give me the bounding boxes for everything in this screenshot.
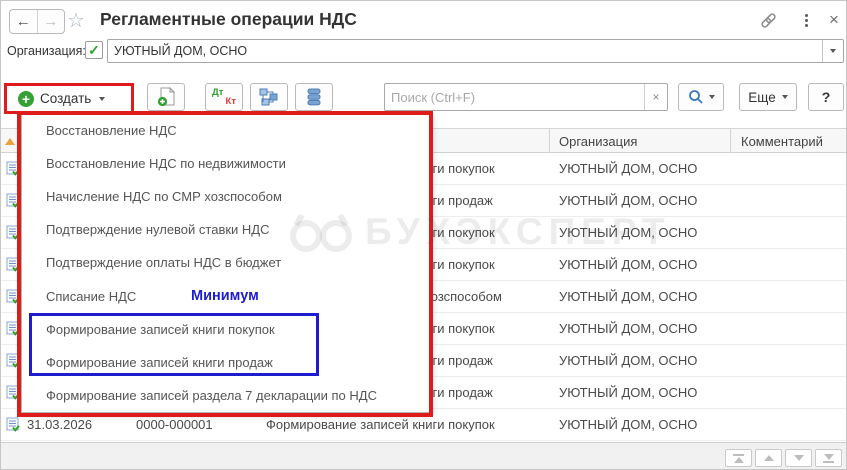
document-posted-icon xyxy=(6,385,20,405)
go-previous-row-button[interactable] xyxy=(755,449,782,467)
copy-document-icon xyxy=(157,86,176,107)
vat-operations-window: ← → ☆ Регламентные операции НДС × Органи… xyxy=(0,0,847,470)
document-posted-icon xyxy=(6,161,20,181)
go-first-row-button[interactable] xyxy=(725,449,752,467)
cell-organization: УЮТНЫЙ ДОМ, ОСНО xyxy=(559,321,698,336)
clear-search-icon[interactable]: × xyxy=(644,84,667,110)
cell-organization: УЮТНЫЙ ДОМ, ОСНО xyxy=(559,353,698,368)
organization-combo[interactable]: УЮТНЫЙ ДОМ, ОСНО xyxy=(107,39,844,63)
document-posted-icon xyxy=(6,289,20,309)
create-button-label: Создать xyxy=(40,91,92,106)
menu-item-vat-accrual-smr[interactable]: Начисление НДС по СМР хозспособом xyxy=(22,180,430,213)
forward-arrow-icon[interactable]: → xyxy=(38,10,65,33)
advanced-search-button[interactable] xyxy=(678,83,724,111)
cell-organization: УЮТНЫЙ ДОМ, ОСНО xyxy=(559,289,698,304)
dtkt-icon: Дт Кт xyxy=(212,87,236,107)
combo-dropdown-button[interactable] xyxy=(822,40,843,62)
menu-item-vat-restore[interactable]: Восстановление НДС xyxy=(22,114,430,147)
page-title: Регламентные операции НДС xyxy=(100,9,357,29)
chevron-down-icon xyxy=(830,49,836,53)
menu-item-vat-restore-realestate[interactable]: Восстановление НДС по недвижимости xyxy=(22,147,430,180)
search-icon xyxy=(688,90,703,104)
document-posted-icon xyxy=(6,353,20,373)
minimum-annotation: Минимум xyxy=(191,288,259,304)
document-posted-icon xyxy=(6,321,20,341)
document-posted-icon xyxy=(6,225,20,245)
table-row[interactable]: 31.03.2026 0000-000001 Формирование запи… xyxy=(1,409,846,441)
search-box: × xyxy=(384,83,668,111)
go-last-row-button[interactable] xyxy=(815,449,842,467)
show-postings-button[interactable]: Дт Кт xyxy=(205,83,243,111)
more-actions-button[interactable]: Еще xyxy=(739,83,797,111)
cell-date: 31.03.2026 xyxy=(27,417,93,432)
chevron-down-icon xyxy=(99,96,106,101)
more-actions-label: Еще xyxy=(748,89,776,105)
cell-organization: УЮТНЫЙ ДОМ, ОСНО xyxy=(559,385,698,400)
list-icon xyxy=(307,88,321,106)
cell-organization: УЮТНЫЙ ДОМ, ОСНО xyxy=(559,225,698,240)
related-documents-button[interactable] xyxy=(250,83,288,111)
back-arrow-icon[interactable]: ← xyxy=(10,10,38,33)
go-next-row-button[interactable] xyxy=(785,449,812,467)
cell-number: 0000-000001 xyxy=(136,417,213,432)
favorite-star-icon[interactable]: ☆ xyxy=(67,8,85,33)
history-nav: ← → xyxy=(9,9,65,34)
document-posted-icon xyxy=(6,417,20,437)
search-input[interactable] xyxy=(385,84,644,110)
cell-organization: УЮТНЫЙ ДОМ, ОСНО xyxy=(559,257,698,272)
sort-indicator-icon xyxy=(5,138,15,145)
create-by-copy-button[interactable] xyxy=(147,83,185,111)
cell-organization: УЮТНЫЙ ДОМ, ОСНО xyxy=(559,161,698,176)
chevron-down-icon xyxy=(781,95,788,99)
get-link-icon[interactable] xyxy=(757,9,779,31)
organization-filter-checkbox[interactable]: ✓ xyxy=(85,41,103,59)
organization-value: УЮТНЫЙ ДОМ, ОСНО xyxy=(114,44,248,58)
menu-item-sales-book-entries[interactable]: Формирование записей книги продаж xyxy=(22,346,430,379)
chevron-down-icon xyxy=(708,95,715,99)
cell-organization: УЮТНЫЙ ДОМ, ОСНО xyxy=(559,193,698,208)
close-icon[interactable]: × xyxy=(823,9,845,31)
column-separator xyxy=(730,129,731,154)
column-header-organization[interactable]: Организация xyxy=(559,134,637,149)
menu-item-purchase-book-entries[interactable]: Формирование записей книги покупок xyxy=(22,313,430,346)
plus-circle-icon: + xyxy=(18,90,34,107)
menu-item-zero-rate-confirm[interactable]: Подтверждение нулевой ставки НДС xyxy=(22,213,430,246)
column-header-comment[interactable]: Комментарий xyxy=(741,134,823,149)
document-posted-icon xyxy=(6,193,20,213)
structure-icon xyxy=(259,88,278,106)
cell-organization: УЮТНЫЙ ДОМ, ОСНО xyxy=(559,417,698,432)
column-separator xyxy=(549,129,550,154)
create-dropdown-menu: Восстановление НДС Восстановление НДС по… xyxy=(21,113,431,413)
menu-item-vat-payment-confirm[interactable]: Подтверждение оплаты НДС в бюджет xyxy=(22,246,430,279)
menu-item-section7-entries[interactable]: Формирование записей раздела 7 деклараци… xyxy=(22,379,430,412)
document-posted-icon xyxy=(6,257,20,277)
register-records-button[interactable] xyxy=(295,83,333,111)
organization-label: Организация: xyxy=(7,44,86,58)
create-button[interactable]: + Создать xyxy=(4,83,134,114)
more-menu-icon[interactable] xyxy=(795,9,817,31)
cell-operation: Формирование записей книги покупок xyxy=(266,417,495,432)
help-button[interactable]: ? xyxy=(808,83,844,111)
list-footer xyxy=(1,442,846,469)
